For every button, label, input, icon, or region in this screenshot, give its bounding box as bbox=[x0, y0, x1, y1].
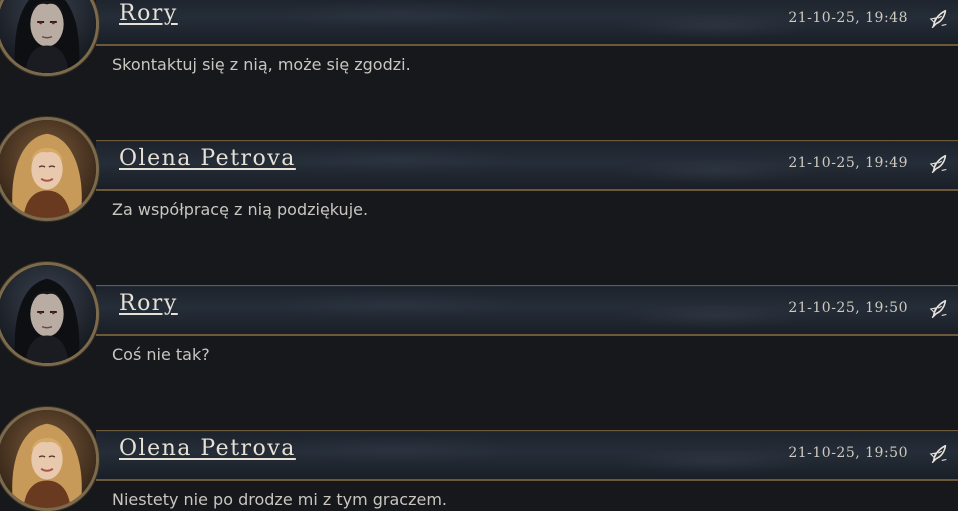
quill-icon[interactable] bbox=[928, 443, 950, 465]
message-post: Olena Petrova 21-10-25, 19:49 Za współpr… bbox=[0, 5, 958, 221]
avatar-portrait-icon bbox=[0, 410, 96, 508]
message-timestamp: 21-10-25, 19:50 bbox=[788, 445, 908, 461]
avatar[interactable] bbox=[0, 407, 99, 511]
chat-thread: Rory 21-10-25, 19:48 Skontaktuj się z ni… bbox=[0, 0, 958, 511]
message-post: Olena Petrova 21-10-25, 19:50 Niestety n… bbox=[0, 295, 958, 511]
message-text: Niestety nie po drodze mi z tym graczem. bbox=[112, 490, 448, 509]
author-name-link[interactable]: Olena Petrova bbox=[119, 436, 296, 461]
message-post: Rory 21-10-25, 19:50 Coś nie tak? bbox=[0, 150, 958, 366]
